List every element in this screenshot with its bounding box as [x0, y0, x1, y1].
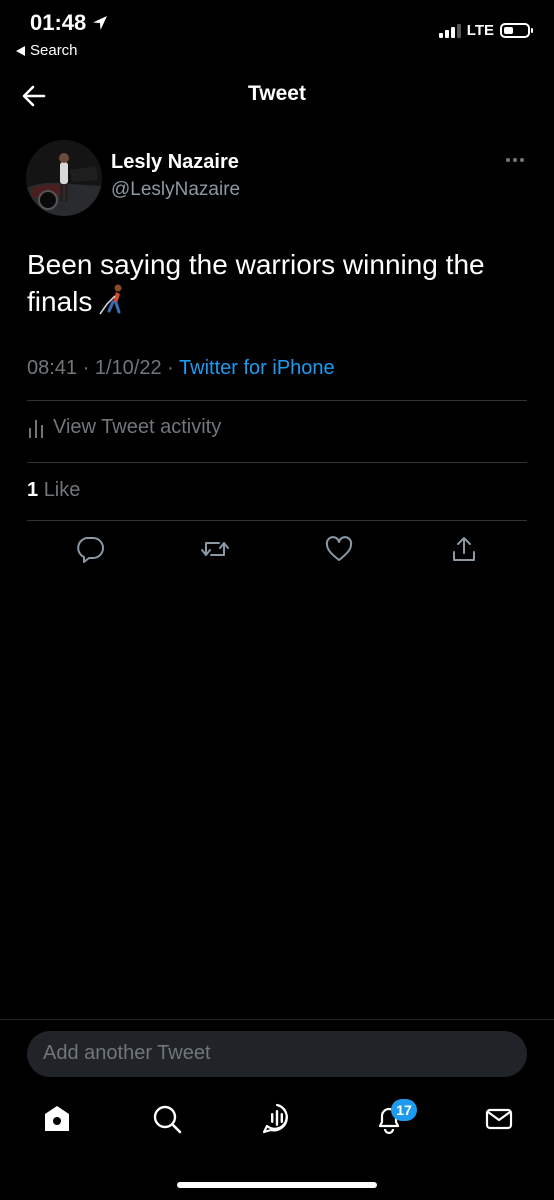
messages-icon[interactable] [482, 1102, 516, 1136]
spaces-icon[interactable] [260, 1102, 294, 1136]
divider [27, 400, 527, 401]
author-name[interactable]: Lesly Nazaire [111, 151, 239, 174]
more-icon[interactable] [506, 158, 524, 162]
location-arrow-icon [93, 16, 108, 30]
tweet-meta: 08:41 · 1/10/22 · Twitter for iPhone [27, 357, 335, 380]
avatar-photo-icon [26, 140, 102, 216]
author-handle[interactable]: @LeslyNazaire [111, 179, 240, 201]
status-time-text: 01:48 [30, 10, 87, 35]
divider [27, 462, 527, 463]
signal-icon [438, 23, 461, 38]
retweet-icon[interactable] [200, 534, 230, 564]
add-tweet-input[interactable] [43, 1042, 511, 1065]
back-to-app[interactable]: Search [16, 42, 78, 59]
tweet-actions [27, 534, 527, 570]
reply-icon[interactable] [75, 534, 105, 564]
likes-count[interactable]: 1 Like [27, 479, 80, 502]
home-icon[interactable] [40, 1102, 74, 1136]
meta-separator-2: · [167, 357, 174, 379]
battery-icon [500, 23, 533, 38]
tweet-detail-screen: 01:48 Search LTE Tweet Lesly Nazaire @Le… [0, 0, 554, 1200]
add-tweet-field[interactable] [27, 1031, 527, 1077]
back-triangle-icon [16, 45, 25, 56]
like-count-number: 1 [27, 479, 39, 501]
tweet-text-content: Been saying the warriors winning the fin… [27, 249, 485, 317]
activity-label: View Tweet activity [53, 416, 222, 438]
tweet-text: Been saying the warriors winning the fin… [27, 246, 527, 320]
page-title: Tweet [248, 82, 306, 105]
analytics-bars-icon [29, 419, 43, 438]
status-indicators: LTE [438, 22, 533, 39]
tweet-date: 1/10/22 [94, 357, 162, 379]
notifications-badge: 17 [391, 1099, 417, 1121]
tab-bar [0, 1096, 554, 1148]
share-icon[interactable] [449, 534, 479, 564]
search-icon[interactable] [150, 1102, 184, 1136]
divider [27, 520, 527, 521]
nav-header: Tweet [0, 68, 554, 122]
view-tweet-activity-button[interactable]: View Tweet activity [27, 416, 221, 439]
home-indicator[interactable] [177, 1182, 377, 1188]
divider [0, 1019, 554, 1020]
meta-separator: · [82, 357, 90, 379]
tweet-time: 08:41 [27, 357, 78, 379]
like-count-label: Like [43, 479, 81, 501]
network-label: LTE [466, 22, 494, 39]
back-app-label: Search [30, 42, 78, 59]
person-walking-emoji-icon [99, 284, 122, 315]
avatar[interactable] [26, 140, 102, 216]
like-icon[interactable] [324, 534, 354, 564]
status-time: 01:48 [30, 10, 108, 36]
tweet-source-link[interactable]: Twitter for iPhone [179, 357, 335, 379]
